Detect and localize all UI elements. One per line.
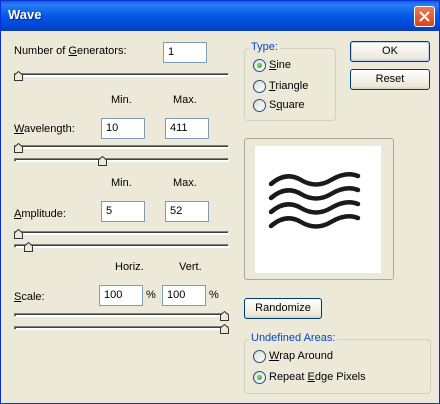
wavelength-min-slider-track[interactable] <box>14 145 229 149</box>
scale-horiz-unit: % <box>146 289 156 301</box>
sine-label[interactable]: Sine <box>269 59 291 72</box>
generators-slider-track[interactable] <box>14 73 229 77</box>
wrap-around-label[interactable]: Wrap Around <box>269 350 333 363</box>
wavelength-label: Wavelength: <box>14 123 75 135</box>
wavelength-min-slider-thumb[interactable] <box>14 142 23 153</box>
amplitude-label: Amplitude: <box>14 208 66 220</box>
scale-label: Scale: <box>14 291 45 303</box>
square-radio[interactable] <box>253 99 266 112</box>
amplitude-max-header: Max. <box>173 177 197 189</box>
wavelength-max-header: Max. <box>173 94 197 106</box>
scale-vert-unit: % <box>209 289 219 301</box>
repeat-edge-pixels-radio[interactable] <box>253 371 266 384</box>
type-group-legend: Type: <box>249 41 280 54</box>
square-label[interactable]: Square <box>269 99 305 112</box>
scale-horiz-input[interactable]: 100 <box>99 285 143 306</box>
amplitude-min-slider-thumb[interactable] <box>14 228 23 239</box>
scale-horiz-slider-track[interactable] <box>14 313 229 317</box>
close-icon <box>419 11 430 22</box>
wavelength-max-input[interactable]: 411 <box>165 118 209 139</box>
scale-vert-header: Vert. <box>179 261 202 273</box>
scale-horiz-slider-thumb[interactable] <box>220 310 229 321</box>
amplitude-max-slider-thumb[interactable] <box>24 241 34 252</box>
amplitude-max-slider-track[interactable] <box>14 244 229 248</box>
generators-label: Number of Generators: <box>14 45 127 57</box>
triangle-label[interactable]: Triangle <box>269 80 308 93</box>
scale-horiz-header: Horiz. <box>115 261 144 273</box>
title-bar[interactable]: Wave <box>1 1 439 31</box>
wavelength-min-input[interactable]: 10 <box>101 118 145 139</box>
randomize-button[interactable]: Randomize <box>244 298 322 319</box>
wavelength-min-header: Min. <box>111 94 132 106</box>
sine-radio[interactable] <box>253 59 266 72</box>
generators-input[interactable]: 1 <box>163 42 207 63</box>
reset-button[interactable]: Reset <box>350 69 430 90</box>
wave-preview-image <box>268 171 361 229</box>
amplitude-min-header: Min. <box>111 177 132 189</box>
scale-vert-input[interactable]: 100 <box>162 285 206 306</box>
scale-vert-slider-track[interactable] <box>14 326 229 330</box>
window-title: Wave <box>8 7 42 22</box>
generators-slider-thumb[interactable] <box>14 70 23 81</box>
scale-vert-slider-thumb[interactable] <box>220 323 229 334</box>
undefined-areas-legend: Undefined Areas: <box>249 332 338 345</box>
wrap-around-radio[interactable] <box>253 350 266 363</box>
repeat-edge-pixels-label[interactable]: Repeat Edge Pixels <box>269 371 366 384</box>
amplitude-min-slider-track[interactable] <box>14 231 229 235</box>
close-button[interactable] <box>414 6 435 27</box>
ok-button[interactable]: OK <box>350 41 430 62</box>
wave-dialog: Wave Number of Generators: 1 Min. Max. W… <box>0 0 440 404</box>
undefined-areas-group <box>244 339 431 394</box>
amplitude-max-input[interactable]: 52 <box>165 201 209 222</box>
amplitude-min-input[interactable]: 5 <box>101 201 145 222</box>
wave-preview <box>255 146 381 273</box>
triangle-radio[interactable] <box>253 80 266 93</box>
wavelength-max-slider-thumb[interactable] <box>98 155 108 166</box>
wavelength-max-slider-track[interactable] <box>14 158 229 162</box>
